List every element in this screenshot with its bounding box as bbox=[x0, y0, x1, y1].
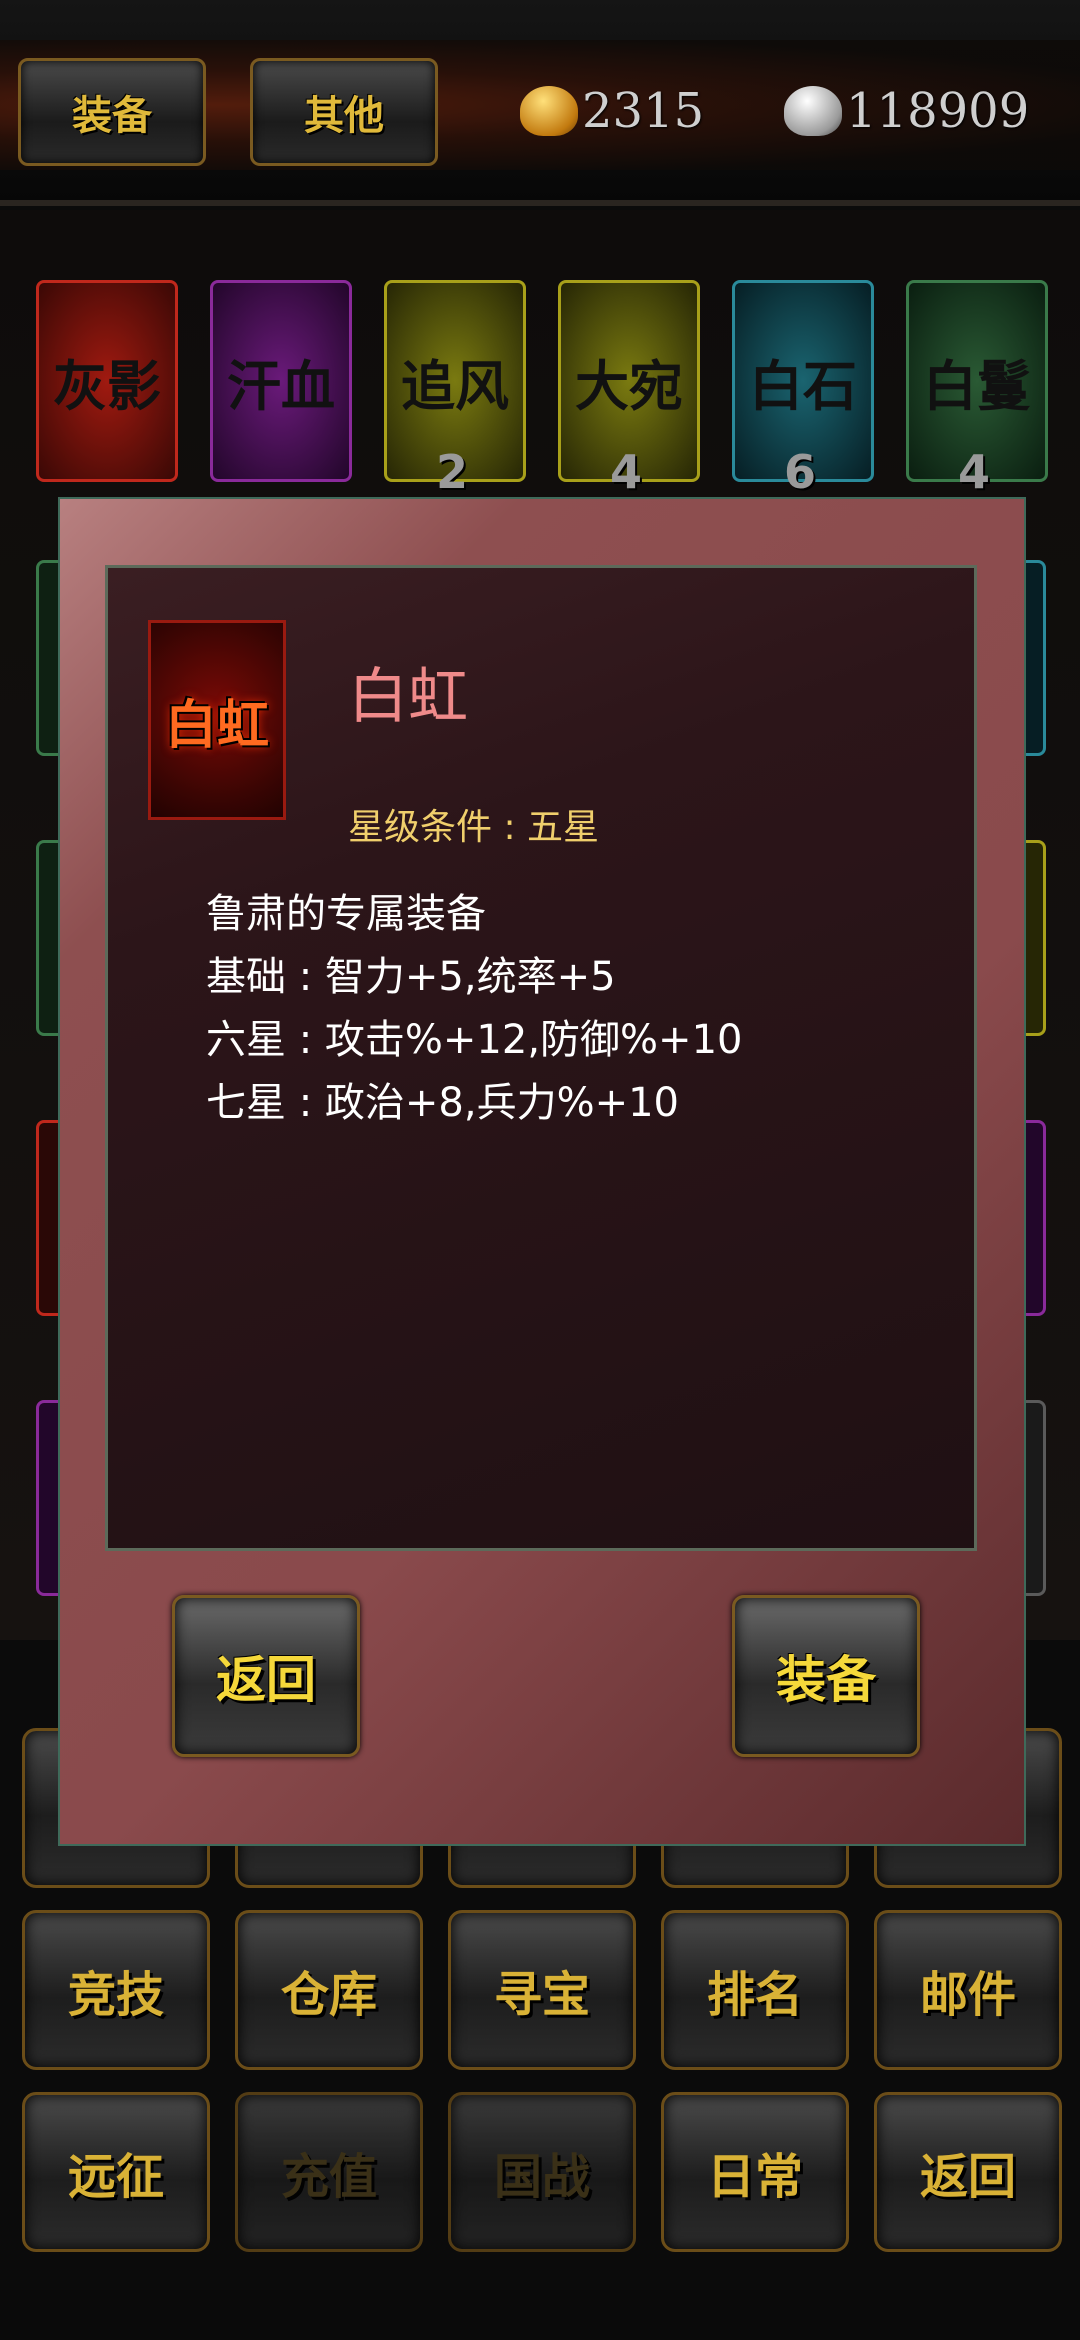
gold-amount: 2315 bbox=[582, 83, 705, 139]
silver-ingot-icon bbox=[784, 86, 842, 136]
menu-button-national-war[interactable]: 国战 bbox=[448, 2092, 636, 2252]
horse-name: 追风 bbox=[401, 354, 509, 418]
bottom-strip bbox=[0, 2290, 1080, 2340]
dialog-back-button[interactable]: 返回 bbox=[172, 1595, 360, 1757]
horse-count: 4 bbox=[609, 445, 642, 499]
silver-currency: 118909 bbox=[784, 78, 1029, 144]
desc-line: 基础 : 智力+5,统率+5 bbox=[206, 954, 616, 1000]
gold-ingot-icon bbox=[520, 86, 578, 136]
top-bar: 装备 其他 2315 118909 bbox=[0, 0, 1080, 206]
tab-equipment[interactable]: 装备 bbox=[18, 58, 206, 166]
menu-button-treasure-hunt[interactable]: 寻宝 bbox=[448, 1910, 636, 2070]
menu-button-warehouse[interactable]: 仓库 bbox=[235, 1910, 423, 2070]
horse-name: 大宛 bbox=[575, 354, 683, 418]
horse-name: 白石 bbox=[749, 354, 857, 418]
item-icon-label: 白虹 bbox=[164, 695, 269, 756]
desc-line: 六星 : 攻击%+12,防御%+10 bbox=[206, 1017, 743, 1063]
menu-button-expedition[interactable]: 远征 bbox=[22, 2092, 210, 2252]
horse-card[interactable]: 汗血 bbox=[210, 280, 352, 482]
menu-button-mail[interactable]: 邮件 bbox=[874, 1910, 1062, 2070]
item-name: 白虹 bbox=[348, 662, 468, 732]
desc-line: 七星 : 政治+8,兵力%+10 bbox=[206, 1080, 680, 1126]
silver-amount: 118909 bbox=[846, 83, 1030, 139]
menu-button-daily[interactable]: 日常 bbox=[661, 2092, 849, 2252]
menu-button-back[interactable]: 返回 bbox=[874, 2092, 1062, 2252]
dialog-equip-button[interactable]: 装备 bbox=[732, 1595, 920, 1757]
desc-line: 鲁肃的专属装备 bbox=[206, 891, 486, 937]
menu-button-arena[interactable]: 竞技 bbox=[22, 1910, 210, 2070]
sword-item-icon: 白虹 bbox=[148, 620, 286, 820]
horse-name: 灰影 bbox=[53, 354, 161, 418]
menu-button-recharge[interactable]: 充值 bbox=[235, 2092, 423, 2252]
menu-button-ranking[interactable]: 排名 bbox=[661, 1910, 849, 2070]
tab-other[interactable]: 其他 bbox=[250, 58, 438, 166]
horse-count: 4 bbox=[957, 445, 990, 499]
horse-card[interactable]: 灰影 bbox=[36, 280, 178, 482]
horse-count: 2 bbox=[435, 445, 468, 499]
star-requirement: 星级条件 : 五星 bbox=[348, 807, 600, 848]
item-detail-panel: 白虹 白虹 星级条件 : 五星 鲁肃的专属装备 基础 : 智力+5,统率+5 六… bbox=[105, 565, 977, 1551]
horse-name: 汗血 bbox=[227, 354, 335, 418]
horse-count: 6 bbox=[783, 445, 816, 499]
item-description: 鲁肃的专属装备 基础 : 智力+5,统率+5 六星 : 攻击%+12,防御%+1… bbox=[206, 883, 742, 1135]
horse-name: 白鬘 bbox=[923, 354, 1031, 418]
gold-currency: 2315 bbox=[520, 78, 704, 144]
